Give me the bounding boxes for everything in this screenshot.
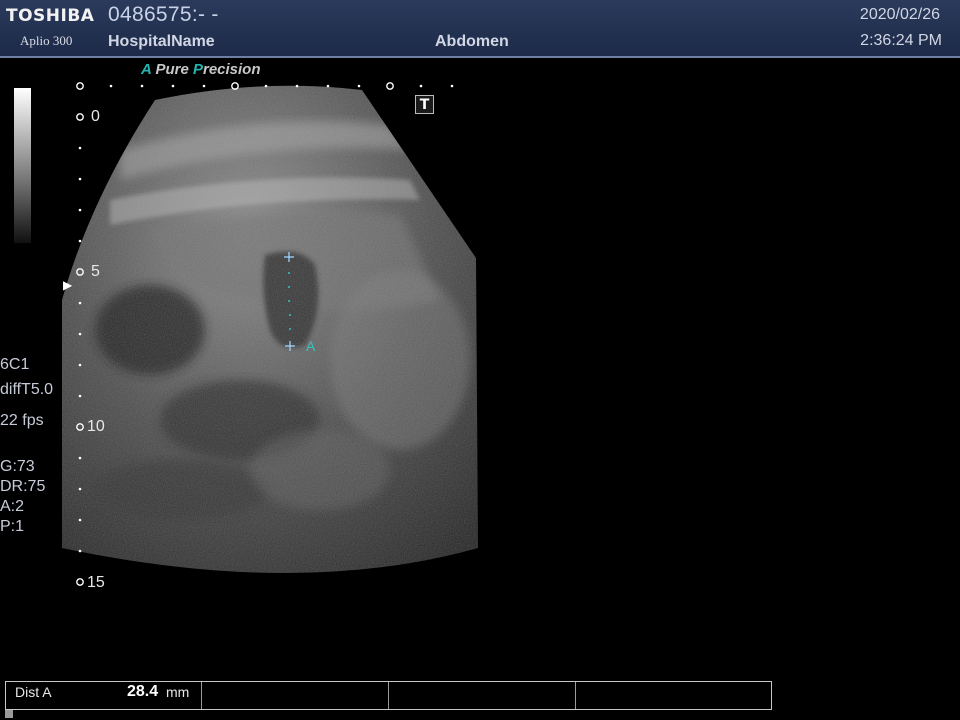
status-indicator [5,710,13,718]
measurement-cell-empty [202,682,389,709]
probe-name: 6C1 [0,356,30,373]
grayscale-bar [14,88,31,243]
a-value: A:2 [0,498,25,515]
depth-label-0: 0 [91,108,100,125]
measurement-cell-empty [576,682,771,709]
measurement-cell-empty [389,682,576,709]
frame-rate: 22 fps [0,412,44,429]
measurement-table: Dist A 28.4 mm [5,681,772,710]
measurement-label: Dist A [15,684,52,700]
scan-sector [62,85,478,573]
gain-value: G:73 [0,458,35,475]
p-value: P:1 [0,518,25,535]
imaging-mode: diffT5.0 [0,381,54,398]
depth-label-5: 5 [91,263,100,280]
measurement-cell-dist-a[interactable]: Dist A 28.4 mm [6,682,202,709]
dynamic-range-value: DR:75 [0,478,46,495]
depth-label-10: 10 [87,418,105,435]
tagline: A Pure Precision [141,61,261,78]
measurement-unit: mm [166,684,190,700]
caliper-label: A [306,338,316,354]
depth-label-15: 15 [87,574,105,591]
ultrasound-image [62,82,478,586]
measurement-value: 28.4 [127,683,159,700]
focus-marker[interactable]: ▶ [63,278,72,292]
text-annotation-icon[interactable]: T [415,95,434,114]
